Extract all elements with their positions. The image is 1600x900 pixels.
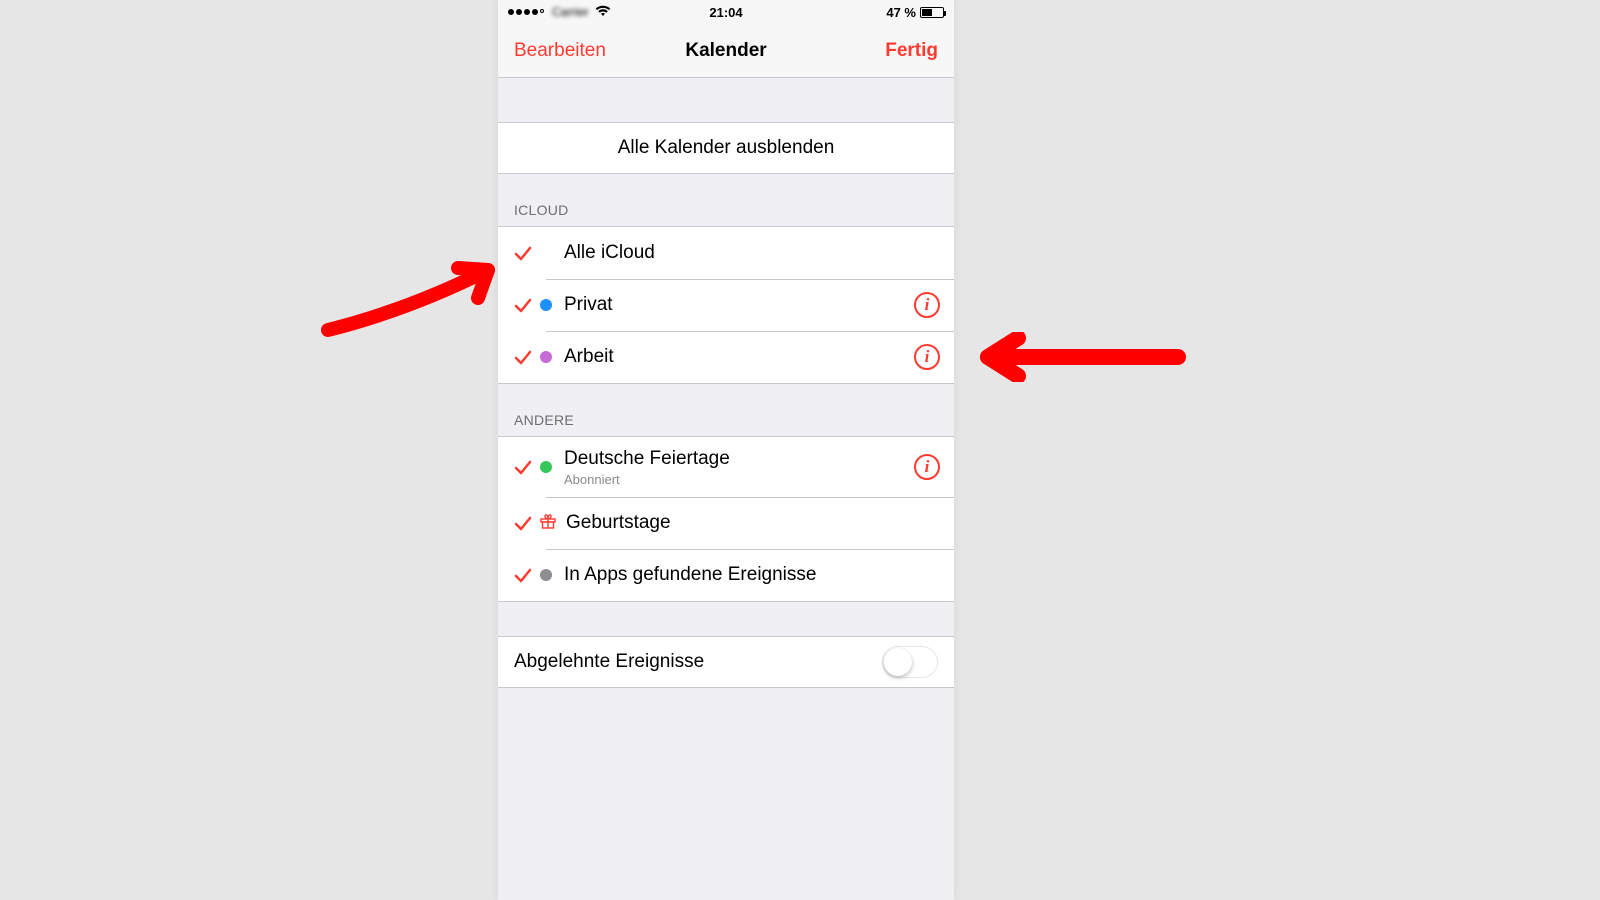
battery-icon bbox=[920, 7, 944, 18]
calendar-color-dot bbox=[540, 569, 552, 581]
status-right: 47 % bbox=[886, 5, 954, 20]
calendar-label: Deutsche Feiertage bbox=[564, 448, 730, 470]
calendar-label: Geburtstage bbox=[566, 512, 671, 534]
info-icon[interactable]: i bbox=[914, 454, 940, 480]
calendar-sublabel: Abonniert bbox=[564, 472, 730, 487]
status-time: 21:04 bbox=[709, 5, 742, 20]
done-button[interactable]: Fertig bbox=[885, 40, 938, 62]
check-icon bbox=[512, 296, 534, 314]
section-header-icloud: ICLOUD bbox=[498, 174, 954, 226]
calendar-color-dot bbox=[540, 351, 552, 363]
annotation-arrow-right bbox=[958, 332, 1188, 382]
calendar-row-geburtstage[interactable]: Geburtstage bbox=[498, 497, 954, 549]
nav-bar: Bearbeiten Kalender Fertig bbox=[498, 24, 954, 78]
calendar-row-feiertage[interactable]: Deutsche Feiertage Abonniert i bbox=[498, 437, 954, 497]
signal-dots-icon bbox=[508, 9, 544, 15]
icloud-calendar-list: Alle iCloud Privat i Arbeit i bbox=[498, 226, 954, 384]
annotation-arrow-left bbox=[318, 250, 518, 350]
calendar-row-all-icloud[interactable]: Alle iCloud bbox=[498, 227, 954, 279]
edit-button[interactable]: Bearbeiten bbox=[514, 40, 606, 62]
status-bar: Carrier 21:04 47 % bbox=[498, 0, 954, 24]
calendar-row-privat[interactable]: Privat i bbox=[498, 279, 954, 331]
check-icon bbox=[512, 244, 534, 262]
other-calendar-list: Deutsche Feiertage Abonniert i Geburtsta… bbox=[498, 436, 954, 602]
calendar-color-dot bbox=[540, 461, 552, 473]
page-title: Kalender bbox=[685, 40, 766, 62]
calendar-row-found-in-apps[interactable]: In Apps gefundene Ereignisse bbox=[498, 549, 954, 601]
check-icon bbox=[512, 348, 534, 366]
declined-events-toggle[interactable] bbox=[882, 646, 938, 678]
section-header-other: ANDERE bbox=[498, 384, 954, 436]
hide-all-calendars-button[interactable]: Alle Kalender ausblenden bbox=[498, 122, 954, 174]
phone-frame: Carrier 21:04 47 % Bearbeiten Kalender F… bbox=[498, 0, 954, 900]
declined-events-row: Abgelehnte Ereignisse bbox=[498, 636, 954, 688]
calendar-row-arbeit[interactable]: Arbeit i bbox=[498, 331, 954, 383]
status-left: Carrier bbox=[498, 5, 611, 20]
calendar-label: Privat bbox=[564, 294, 613, 316]
gift-icon bbox=[540, 513, 556, 534]
calendar-label: Arbeit bbox=[564, 346, 614, 368]
calendar-label: In Apps gefundene Ereignisse bbox=[564, 564, 816, 586]
calendar-label: Alle iCloud bbox=[564, 242, 655, 264]
check-icon bbox=[512, 566, 534, 584]
hide-all-label: Alle Kalender ausblenden bbox=[618, 137, 835, 159]
check-icon bbox=[512, 458, 534, 476]
wifi-icon bbox=[595, 5, 611, 20]
carrier-label: Carrier bbox=[552, 5, 589, 19]
calendar-color-dot bbox=[540, 299, 552, 311]
check-icon bbox=[512, 514, 534, 532]
info-icon[interactable]: i bbox=[914, 344, 940, 370]
battery-percent: 47 % bbox=[886, 5, 916, 20]
info-icon[interactable]: i bbox=[914, 292, 940, 318]
declined-events-label: Abgelehnte Ereignisse bbox=[514, 651, 704, 673]
